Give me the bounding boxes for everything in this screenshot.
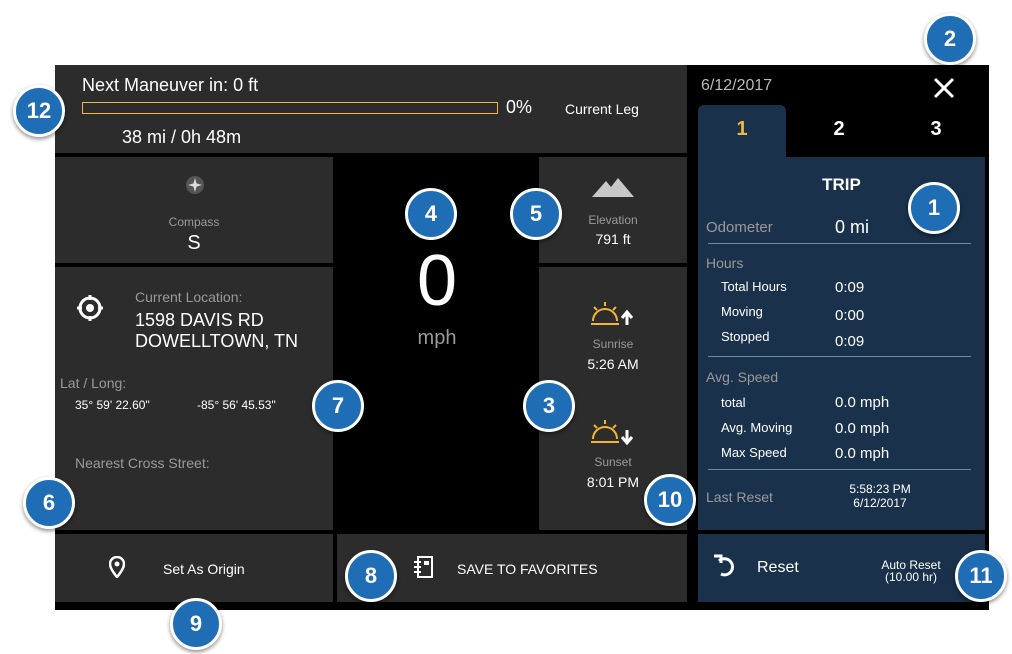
tab-2[interactable]: 2: [795, 105, 883, 157]
auto-reset-line2: (10.00 hr): [884, 570, 938, 584]
callout-4: 4: [405, 188, 457, 240]
longitude-value: -85° 56' 45.53": [197, 398, 276, 412]
callout-11: 11: [955, 550, 1007, 602]
divider: [708, 243, 971, 244]
compass-panel[interactable]: Compass S: [55, 157, 333, 263]
sunrise-label: Sunrise: [592, 337, 634, 351]
sunrise-time: 5:26 AM: [587, 356, 639, 372]
avg-speed-label: Avg. Speed: [706, 369, 779, 385]
callout-5: 5: [510, 188, 562, 240]
callout-10: 10: [644, 474, 696, 526]
moving-label: Moving: [721, 304, 763, 319]
cross-street-label: Nearest Cross Street:: [75, 455, 210, 471]
callout-1: 1: [908, 182, 960, 234]
stopped-label: Stopped: [721, 329, 770, 344]
last-reset-time: 5:58:23 PM: [849, 482, 911, 496]
divider: [708, 356, 971, 357]
callout-3: 3: [523, 380, 575, 432]
set-origin-button[interactable]: Set As Origin: [55, 534, 333, 602]
tab-2-label: 2: [833, 118, 845, 140]
elevation-value: 791 ft: [595, 231, 631, 247]
callout-12: 12: [13, 85, 65, 137]
stopped-value: 0:09: [835, 333, 865, 350]
odometer-label: Odometer: [706, 219, 773, 236]
speed-unit: mph: [417, 327, 457, 349]
avg-moving-value: 0.0 mph: [835, 420, 890, 437]
maneuver-header[interactable]: Next Maneuver in: 0 ft 0% Current Leg 38…: [55, 65, 687, 153]
trip-date: 6/12/2017: [701, 77, 773, 94]
crosshair-icon: [77, 295, 103, 321]
progress-percent: 0%: [506, 97, 533, 117]
speed-value: 0: [416, 241, 458, 321]
callout-7: 7: [312, 380, 364, 432]
save-favorites-label: SAVE TO FAVORITES: [457, 561, 598, 577]
current-location-title: Current Location:: [135, 289, 243, 305]
reset-label: Reset: [757, 559, 799, 576]
current-leg-label: Current Leg: [565, 101, 639, 117]
divider: [708, 469, 971, 470]
total-speed-label: total: [721, 395, 746, 410]
mountain-icon: [592, 177, 634, 197]
maneuver-label: Next Maneuver in: 0 ft: [82, 75, 259, 95]
max-speed-label: Max Speed: [721, 445, 787, 460]
tab-3-label: 3: [930, 118, 942, 140]
close-icon[interactable]: [933, 77, 955, 99]
compass-icon: [185, 175, 205, 195]
moving-value: 0:00: [835, 307, 865, 324]
sunrise-icon: [589, 301, 635, 327]
compass-heading: S: [187, 232, 201, 254]
callout-9: 9: [170, 598, 222, 650]
reset-button[interactable]: Reset Auto Reset (10.00 hr): [698, 534, 985, 602]
undo-icon: [713, 554, 737, 578]
map-pin-icon: [108, 555, 126, 579]
avg-moving-label: Avg. Moving: [721, 420, 793, 435]
tab-1-label: 1: [736, 118, 748, 140]
callout-2: 2: [924, 13, 976, 65]
sunset-icon: [589, 419, 635, 446]
hours-label: Hours: [706, 255, 744, 271]
location-panel[interactable]: Current Location: 1598 DAVIS RD DOWELLTO…: [55, 267, 333, 530]
address-line2: DOWELLTOWN, TN: [135, 331, 299, 351]
tab-3[interactable]: 3: [892, 105, 980, 157]
route-progress-bar: [82, 102, 498, 114]
latitude-value: 35° 59' 22.60": [75, 398, 150, 412]
max-speed-value: 0.0 mph: [835, 445, 890, 462]
distance-time: 38 mi / 0h 48m: [122, 127, 242, 147]
compass-title: Compass: [168, 215, 220, 229]
favorites-icon: [412, 555, 434, 579]
total-speed-value: 0.0 mph: [835, 394, 890, 411]
last-reset-label: Last Reset: [706, 489, 773, 505]
tab-1[interactable]: 1: [698, 105, 786, 157]
callout-8: 8: [345, 550, 397, 602]
callout-6: 6: [23, 477, 75, 529]
set-origin-label: Set As Origin: [163, 561, 245, 577]
sunset-label: Sunset: [594, 455, 632, 469]
address-line1: 1598 DAVIS RD: [135, 310, 264, 330]
odometer-value: 0 mi: [835, 217, 870, 237]
total-hours-label: Total Hours: [721, 279, 787, 294]
latlong-label: Lat / Long:: [60, 375, 127, 391]
total-hours-value: 0:09: [835, 279, 865, 296]
last-reset-date: 6/12/2017: [853, 496, 907, 510]
device-screen: Next Maneuver in: 0 ft 0% Current Leg 38…: [55, 65, 989, 610]
